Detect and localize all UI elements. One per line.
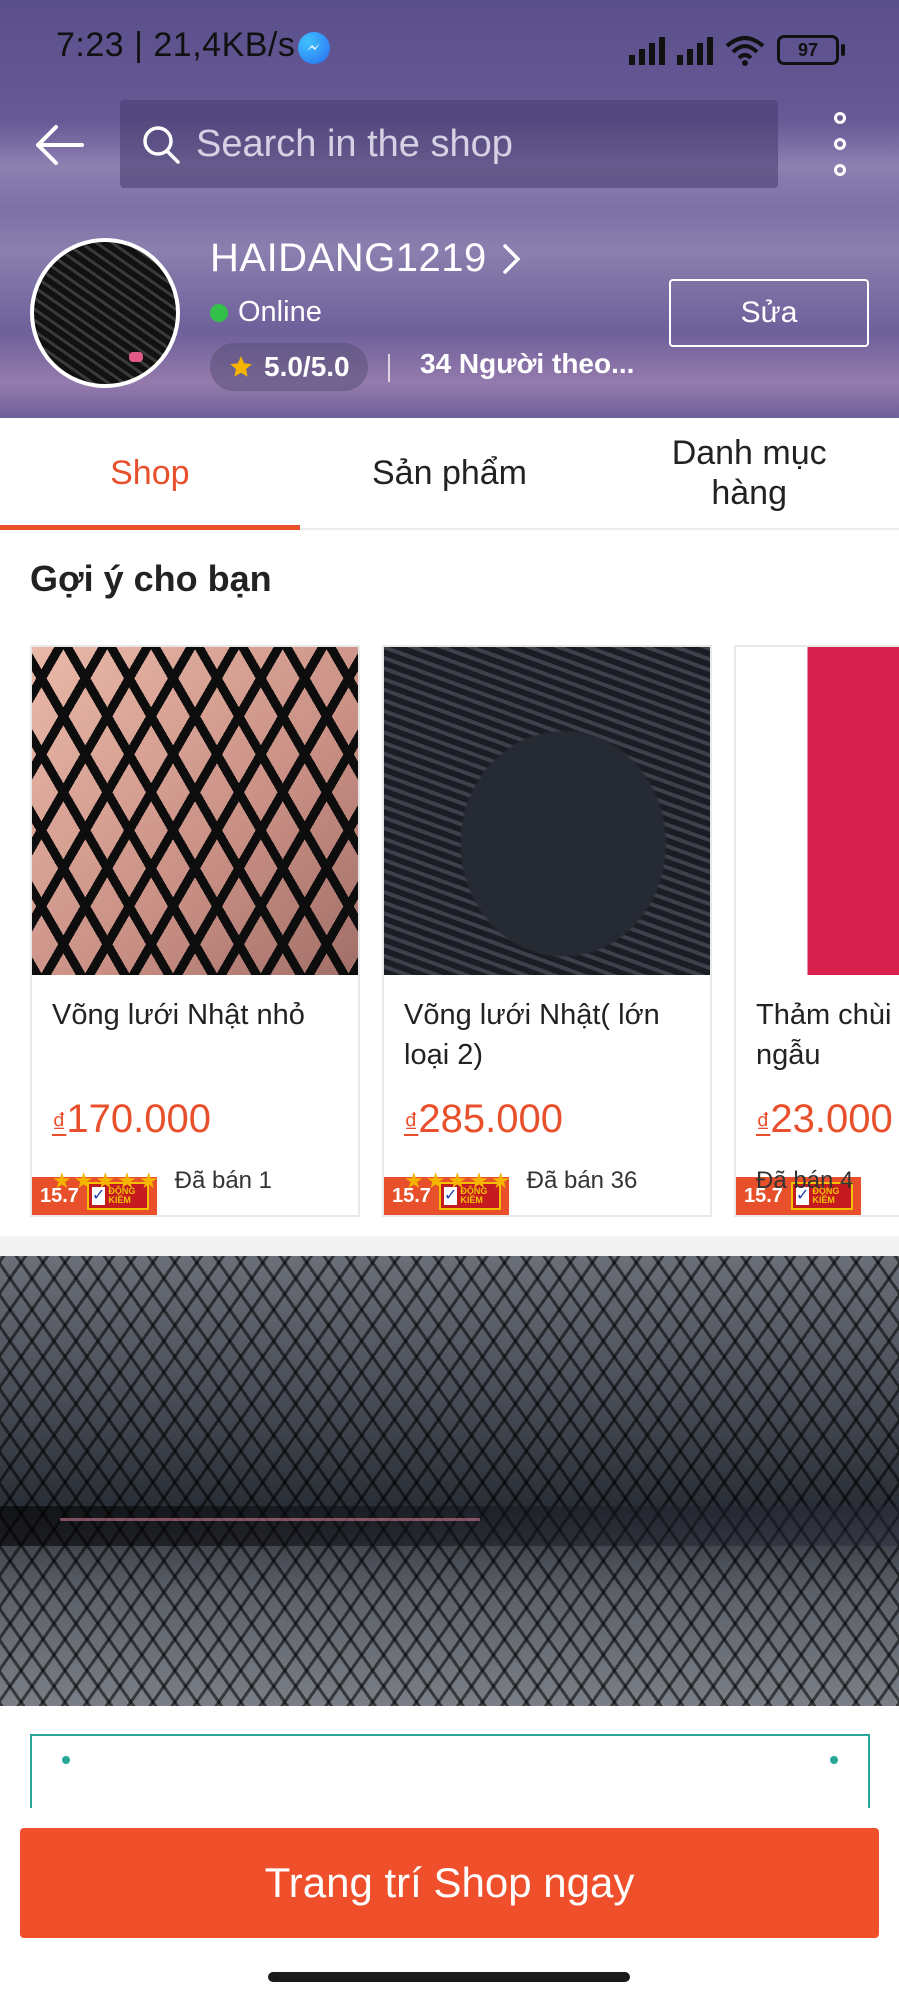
rating-value: 5.0/5.0 — [264, 351, 350, 382]
search-bar[interactable] — [120, 100, 778, 188]
decoration-frame — [30, 1734, 870, 1808]
status-indicators: 97 — [629, 30, 845, 70]
rating-stars-icon: ★★★★★ — [52, 1168, 161, 1193]
back-button[interactable] — [30, 115, 90, 175]
tab-categories[interactable]: Danh mục hàng — [599, 418, 899, 528]
shop-banner-image[interactable] — [0, 1256, 899, 1706]
signal-icon-2 — [677, 35, 713, 65]
home-indicator[interactable] — [268, 1972, 630, 1982]
sold-count: Đã bán 1 — [174, 1167, 273, 1194]
online-dot-icon — [210, 303, 228, 322]
sold-count: Đã bán 4 — [756, 1167, 854, 1194]
product-meta: ★★★★★ Đã bán 1 — [52, 1167, 272, 1195]
tab-products[interactable]: Sản phẩm — [300, 418, 600, 528]
tab-shop[interactable]: Shop — [0, 418, 300, 530]
sold-count: Đã bán 36 — [526, 1167, 638, 1194]
messenger-icon — [298, 32, 330, 64]
more-options-button[interactable] — [822, 112, 858, 176]
battery-icon: 97 — [777, 35, 845, 65]
product-price: ₫285.000 — [404, 1097, 563, 1141]
product-image — [32, 647, 358, 975]
tab-categories-label: Danh mục hàng — [671, 434, 827, 512]
followers-count[interactable]: 34 Người theo... — [420, 348, 640, 380]
suggestions-title: Gợi ý cho bạn — [30, 558, 272, 599]
divider — [388, 354, 390, 382]
chevron-right-icon — [502, 243, 521, 274]
dot-icon — [834, 112, 846, 124]
product-meta: ★★★★★ Đã bán 36 — [404, 1167, 637, 1195]
arrow-left-icon — [36, 125, 84, 165]
shop-tabs: Shop Sản phẩm Danh mục hàng — [0, 418, 899, 530]
status-time: 7:23 | 21,4KB/s — [56, 26, 296, 64]
dot-icon — [834, 138, 846, 150]
product-meta: Đã bán 4 — [756, 1167, 853, 1195]
status-bar: 7:23 | 21,4KB/s 97 — [0, 0, 899, 96]
product-card[interactable]: 15.7 ✓ ĐỘNG KIỂM Võng lưới Nhật( lớn loại… — [382, 645, 712, 1217]
shop-header: 7:23 | 21,4KB/s 97 Search in the shop HA… — [0, 0, 899, 418]
product-name: Võng lưới Nhật nhỏ — [52, 999, 305, 1031]
product-image — [736, 647, 899, 975]
product-price: ₫170.000 — [52, 1097, 211, 1141]
shop-name-link[interactable]: HAIDANG1219 — [210, 236, 523, 281]
product-name: Thảm chùi ( màu ngẫu — [756, 999, 899, 1071]
product-card[interactable]: 15.7 ✓ ĐỘNG KIỂM Võng lưới Nhật nhỏ ₫170.… — [30, 645, 360, 1217]
online-status: Online — [210, 296, 322, 329]
product-price: ₫23.000 — [756, 1097, 893, 1141]
suggestions-carousel[interactable]: 15.7 ✓ ĐỘNG KIỂM Võng lưới Nhật nhỏ ₫170.… — [30, 645, 899, 1220]
product-name: Võng lưới Nhật( lớn loại 2) — [404, 999, 660, 1071]
decorate-shop-button[interactable]: Trang trí Shop ngay — [20, 1828, 879, 1938]
search-input[interactable] — [194, 121, 758, 167]
wifi-icon — [725, 36, 765, 66]
online-label: Online — [238, 296, 322, 328]
rating-stars-icon: ★★★★★ — [404, 1168, 513, 1193]
rating-chip[interactable]: 5.0/5.0 — [210, 343, 368, 391]
star-icon — [230, 356, 252, 377]
product-card[interactable]: 15.7 ✓ĐỘNG KIỂM Thảm chùi ( màu ngẫu ₫23… — [734, 645, 899, 1217]
product-image — [384, 647, 710, 975]
search-icon — [143, 126, 180, 164]
edit-shop-button[interactable]: Sửa — [669, 279, 869, 347]
shop-name: HAIDANG1219 — [210, 236, 487, 280]
signal-icon — [629, 35, 665, 65]
shop-avatar[interactable] — [30, 238, 180, 388]
section-divider — [0, 1236, 899, 1256]
dot-icon — [834, 164, 846, 176]
